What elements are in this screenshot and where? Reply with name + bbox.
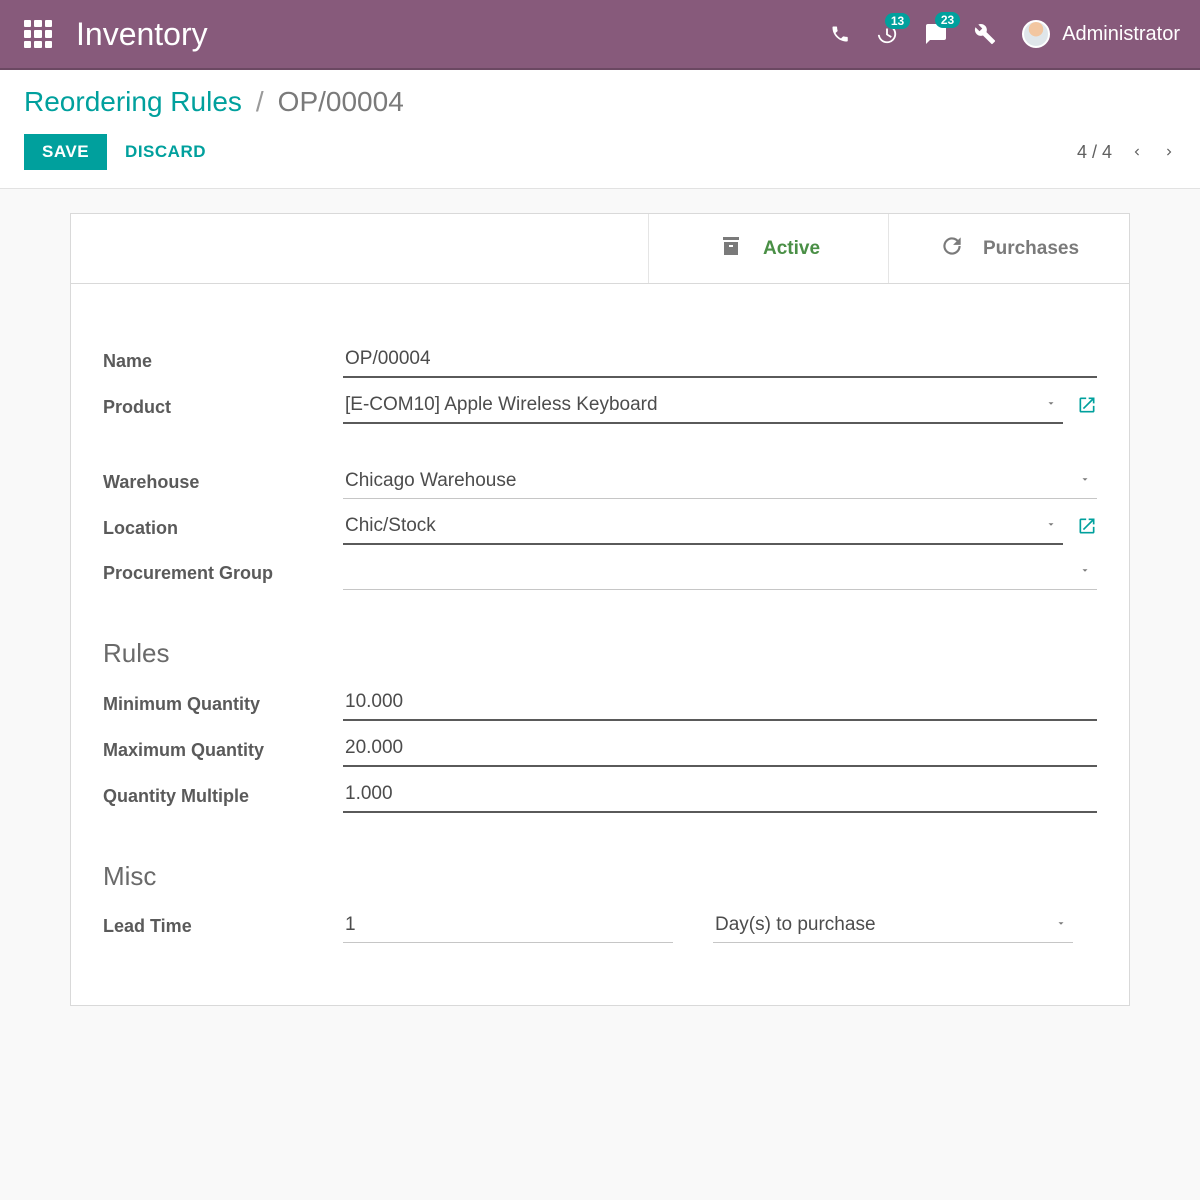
stat-button-bar: Active Purchases bbox=[71, 214, 1129, 284]
min-qty-input[interactable] bbox=[343, 687, 1097, 721]
section-misc-title: Misc bbox=[103, 861, 1097, 892]
label-warehouse: Warehouse bbox=[103, 472, 343, 493]
pager: 4 / 4 bbox=[1077, 141, 1176, 163]
active-label: Active bbox=[763, 238, 820, 260]
user-name: Administrator bbox=[1062, 23, 1180, 46]
messages-badge: 23 bbox=[935, 12, 960, 28]
apps-menu-icon[interactable] bbox=[24, 20, 52, 48]
pager-prev-icon[interactable] bbox=[1130, 141, 1144, 163]
active-toggle-button[interactable]: Active bbox=[649, 214, 889, 283]
label-procurement-group: Procurement Group bbox=[103, 563, 343, 584]
messages-icon[interactable]: 23 bbox=[924, 22, 948, 46]
purchases-label: Purchases bbox=[983, 238, 1079, 260]
label-name: Name bbox=[103, 351, 343, 372]
user-menu[interactable]: Administrator bbox=[1022, 20, 1180, 48]
row-location: Location bbox=[103, 511, 1097, 545]
pager-next-icon[interactable] bbox=[1162, 141, 1176, 163]
external-link-icon[interactable] bbox=[1077, 516, 1097, 541]
breadcrumb: Reordering Rules / OP/00004 bbox=[24, 86, 1176, 118]
refresh-icon bbox=[939, 233, 965, 264]
activities-badge: 13 bbox=[885, 13, 910, 29]
lead-time-input[interactable] bbox=[343, 910, 673, 943]
control-panel: Reordering Rules / OP/00004 SAVE DISCARD… bbox=[0, 70, 1200, 189]
product-select[interactable] bbox=[343, 390, 1063, 424]
developer-tools-icon[interactable] bbox=[974, 23, 996, 45]
row-warehouse: Warehouse bbox=[103, 466, 1097, 499]
row-lead-time: Lead Time bbox=[103, 910, 1097, 943]
purchases-button[interactable]: Purchases bbox=[889, 214, 1129, 283]
row-qty-multiple: Quantity Multiple bbox=[103, 779, 1097, 813]
row-max-qty: Maximum Quantity bbox=[103, 733, 1097, 767]
save-button[interactable]: SAVE bbox=[24, 134, 107, 170]
breadcrumb-parent[interactable]: Reordering Rules bbox=[24, 86, 242, 118]
phone-icon[interactable] bbox=[830, 24, 850, 44]
archive-icon bbox=[717, 234, 745, 263]
app-title[interactable]: Inventory bbox=[76, 16, 208, 53]
label-max-qty: Maximum Quantity bbox=[103, 740, 343, 761]
label-location: Location bbox=[103, 518, 343, 539]
lead-time-unit-select[interactable] bbox=[713, 910, 1073, 943]
row-product: Product bbox=[103, 390, 1097, 424]
max-qty-input[interactable] bbox=[343, 733, 1097, 767]
pager-text: 4 / 4 bbox=[1077, 142, 1112, 163]
external-link-icon[interactable] bbox=[1077, 395, 1097, 420]
section-rules-title: Rules bbox=[103, 638, 1097, 669]
activities-icon[interactable]: 13 bbox=[876, 23, 898, 45]
location-select[interactable] bbox=[343, 511, 1063, 545]
row-min-qty: Minimum Quantity bbox=[103, 687, 1097, 721]
row-procurement-group: Procurement Group bbox=[103, 557, 1097, 590]
avatar bbox=[1022, 20, 1050, 48]
form-sheet: Active Purchases Name Product bbox=[70, 213, 1130, 1006]
stat-spacer bbox=[71, 214, 649, 283]
qty-multiple-input[interactable] bbox=[343, 779, 1097, 813]
label-lead-time: Lead Time bbox=[103, 916, 343, 937]
label-product: Product bbox=[103, 397, 343, 418]
discard-button[interactable]: DISCARD bbox=[107, 134, 224, 170]
label-min-qty: Minimum Quantity bbox=[103, 694, 343, 715]
procurement-group-select[interactable] bbox=[343, 557, 1097, 590]
label-qty-multiple: Quantity Multiple bbox=[103, 786, 343, 807]
main-navbar: Inventory 13 23 Administrator bbox=[0, 0, 1200, 70]
content-area: Active Purchases Name Product bbox=[0, 189, 1200, 1030]
name-input[interactable] bbox=[343, 344, 1097, 378]
warehouse-select[interactable] bbox=[343, 466, 1097, 499]
breadcrumb-separator: / bbox=[256, 86, 264, 118]
breadcrumb-current: OP/00004 bbox=[278, 86, 404, 118]
row-name: Name bbox=[103, 344, 1097, 378]
